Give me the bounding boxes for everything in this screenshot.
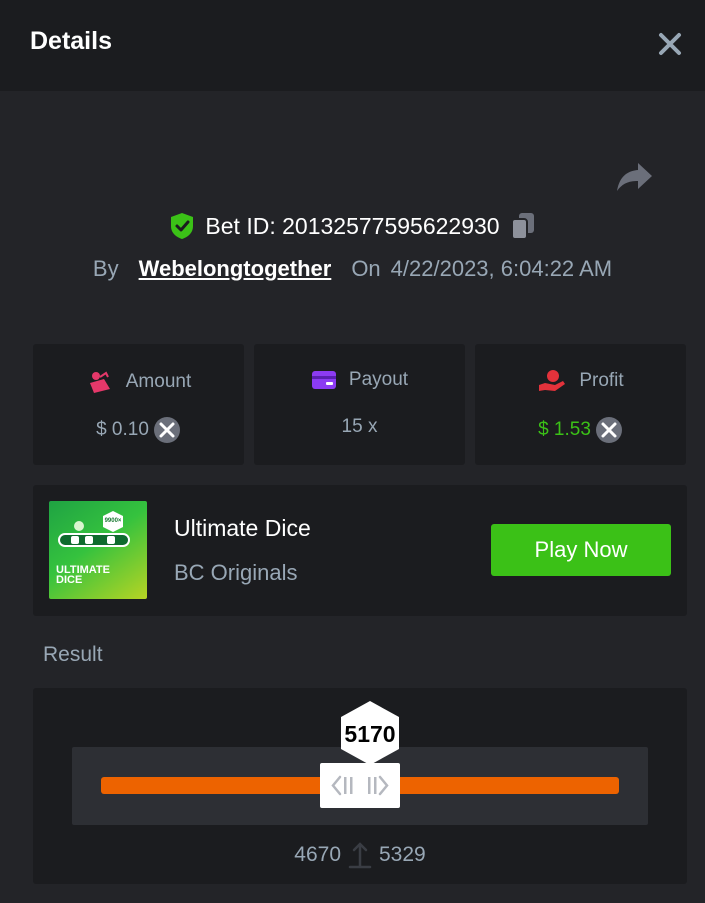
game-provider: BC Originals (174, 560, 298, 585)
profit-hand-icon (539, 370, 566, 391)
bet-id: Bet ID: 20132577595622930 (205, 212, 500, 239)
close-button[interactable] (652, 26, 688, 62)
coin-icon (595, 417, 622, 443)
shield-check-icon (171, 213, 194, 239)
result-range: 4670 5329 (33, 840, 687, 870)
username-link[interactable]: Webelongtogether (139, 256, 332, 282)
range-low: 4670 (294, 843, 341, 866)
payout-card-icon (311, 371, 336, 389)
profit-card: Profit $ 1.53 (475, 344, 686, 465)
share-button[interactable] (614, 158, 654, 196)
profit-label: Profit (579, 370, 624, 391)
payout-label: Payout (348, 369, 409, 390)
bet-meta-row: By Webelongtogether On 4/22/2023, 6:04:2… (0, 253, 705, 285)
by-label: By (92, 256, 119, 281)
play-now-button[interactable]: Play Now (491, 524, 671, 576)
on-label: On (351, 256, 381, 281)
result-value: 5170 (344, 721, 396, 747)
copy-button[interactable] (510, 211, 536, 241)
page-title: Details (30, 27, 112, 55)
payout-card: Payout 15 x (254, 344, 465, 465)
slider-handle[interactable] (320, 763, 400, 808)
result-label: Result (43, 643, 103, 666)
amount-card: Amount $ 0.10 (33, 344, 244, 465)
copy-icon[interactable] (510, 211, 536, 241)
drag-handle-icon (331, 775, 389, 796)
close-icon[interactable] (652, 26, 688, 62)
details-header: Details (0, 0, 705, 91)
profit-value: $ 1.53 (538, 419, 591, 440)
thumb-title: ULTIMATE DICE (56, 565, 110, 586)
range-high: 5329 (379, 843, 426, 866)
game-name[interactable]: Ultimate Dice (174, 515, 311, 542)
payout-value: 15 x (341, 416, 378, 437)
coin-icon (153, 417, 180, 443)
thumb-title-line2: DICE (56, 574, 83, 586)
amount-icon (89, 371, 110, 393)
thumb-badge: 9900× (104, 518, 122, 524)
bet-date: 4/22/2023, 6:04:22 AM (390, 256, 613, 281)
game-thumbnail[interactable]: 9900× ULTIMATE DICE (49, 501, 147, 599)
arrow-up-icon (348, 842, 372, 869)
game-card: 9900× ULTIMATE DICE Ultimate Dice BC Ori… (33, 485, 687, 616)
share-icon[interactable] (614, 158, 654, 196)
amount-value: $ 0.10 (96, 419, 149, 440)
amount-label: Amount (125, 371, 192, 392)
bet-id-row: Bet ID: 20132577595622930 (0, 208, 705, 244)
result-card: 5170 4670 5329 (33, 688, 687, 884)
